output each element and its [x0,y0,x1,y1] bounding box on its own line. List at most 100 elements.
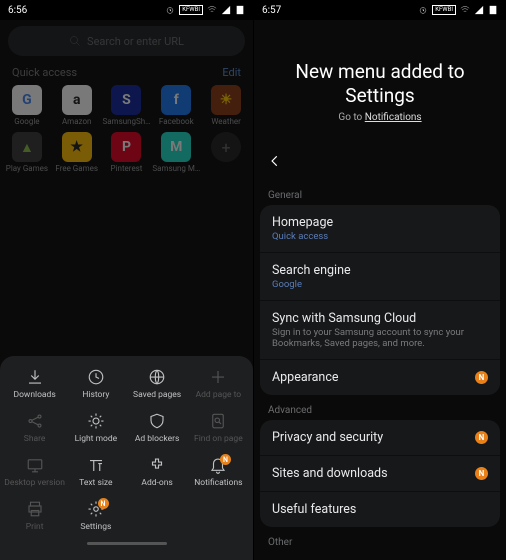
settings-row[interactable]: HomepageQuick access [260,205,500,253]
new-badge: N [475,467,488,480]
notifications-link[interactable]: Notifications [365,112,422,123]
plus-icon [209,368,227,386]
settings-row-text: Useful features [272,502,356,517]
quick-access-item[interactable]: S SamsungSh… [102,85,152,126]
settings-row-title: Useful features [272,502,356,517]
menu-monitor: Desktop version [4,456,65,488]
menu-label: Add-ons [141,478,172,488]
plus-icon: + [211,132,241,162]
qa-icon: G [12,85,42,115]
settings-row-text: Privacy and security [272,430,383,445]
menu-share: Share [4,412,65,444]
menu-label: Add page to [196,390,242,400]
signal-icon [221,5,231,15]
settings-row-title: Homepage [272,215,333,230]
hero-subtitle: Go to Notifications [266,112,494,123]
menu-sun[interactable]: Light mode [65,412,126,444]
status-bar: 6:56 KFWBI [0,0,253,20]
puzzle-icon [148,456,166,474]
section-general-label: General [254,180,506,205]
menu-gear[interactable]: N Settings [65,500,126,532]
section-advanced-label: Advanced [254,395,506,420]
quick-access-item[interactable]: P Pinterest [102,132,152,173]
search-placeholder: Search or enter URL [87,35,184,48]
quick-access-item[interactable]: G Google [2,85,52,126]
menu-puzzle[interactable]: Add-ons [127,456,188,488]
menu-bell[interactable]: N Notifications [188,456,249,488]
settings-row[interactable]: Search engineGoogle [260,253,500,301]
back-icon[interactable] [268,154,282,168]
settings-list-general: HomepageQuick access Search engineGoogle… [260,205,500,395]
hero-sub-prefix: Go to [338,112,364,123]
search-bar[interactable]: Search or enter URL [8,26,245,56]
menu-label: Notifications [194,478,242,488]
quick-access-item[interactable]: f Facebook [151,85,201,126]
settings-row[interactable]: Sites and downloads N [260,456,500,492]
settings-scroll[interactable]: New menu added to Settings Go to Notific… [254,20,506,560]
new-badge: N [220,454,231,465]
section-other-label: Other [254,527,506,552]
wifi-icon [207,5,217,15]
qa-icon: ☀ [211,85,241,115]
menu-label: Share [24,434,46,444]
back-row [254,141,506,180]
settings-row[interactable]: Privacy and security N [260,420,500,456]
menu-label: Print [26,522,44,532]
status-time: 6:56 [8,5,27,16]
settings-row-sub: Quick access [272,231,333,242]
settings-row-sub: Sign in to your Samsung account to sync … [272,327,488,349]
alarm-icon [418,5,428,15]
menu-label: Settings [80,522,111,532]
menu-label: History [82,390,109,400]
quick-access-item[interactable]: M Samsung M… [151,132,201,173]
qa-label: Weather [211,117,241,126]
settings-row[interactable]: Sync with Samsung CloudSign in to your S… [260,301,500,360]
quick-access-item[interactable]: a Amazon [52,85,102,126]
new-badge: N [475,431,488,444]
qa-label: Pinterest [111,164,143,173]
home-pill[interactable] [87,542,167,545]
settings-row[interactable]: Useful features [260,492,500,527]
sun-icon [87,412,105,430]
quick-access-add[interactable]: + [201,132,251,173]
qa-icon: P [111,132,141,162]
settings-row-text: Sites and downloads [272,466,388,481]
alarm-icon [165,5,175,15]
qa-icon: ★ [62,132,92,162]
quick-access-item[interactable]: ☀ Weather [201,85,251,126]
edit-button[interactable]: Edit [222,66,241,79]
text-icon [87,456,105,474]
status-bar: 6:57 KFWBI [254,0,506,20]
globe-icon [148,368,166,386]
menu-shield[interactable]: Ad blockers [127,412,188,444]
quick-access-item[interactable]: ▲ Play Games [2,132,52,173]
search-icon [69,35,81,47]
status-icons: KFWBI [165,5,245,15]
qa-icon: M [161,132,191,162]
menu-clock[interactable]: History [65,368,126,400]
settings-row[interactable]: Appearance N [260,360,500,395]
qa-icon: a [62,85,92,115]
battery-icon [488,5,498,15]
menu-label: Ad blockers [135,434,180,444]
quick-access-item[interactable]: ★ Free Games [52,132,102,173]
menu-sheet: Downloads History Saved pages Add page t… [0,356,253,560]
menu-download[interactable]: Downloads [4,368,65,400]
hero: New menu added to Settings Go to Notific… [254,20,506,141]
wifi-icon [460,5,470,15]
search-doc-icon [209,412,227,430]
qa-label: Free Games [55,164,98,173]
qa-label: Amazon [62,117,91,126]
monitor-icon [26,456,44,474]
menu-plus: Add page to [188,368,249,400]
settings-row-title: Sync with Samsung Cloud [272,311,488,326]
menu-text[interactable]: Text size [65,456,126,488]
menu-globe[interactable]: Saved pages [127,368,188,400]
menu-label: Downloads [14,390,56,400]
quick-access-label: Quick access [12,66,77,79]
menu-label: Light mode [75,434,118,444]
quick-access-header: Quick access Edit [0,60,253,81]
menu-label: Find on page [194,434,243,444]
nav-bar [4,542,249,556]
status-time: 6:57 [262,5,281,16]
